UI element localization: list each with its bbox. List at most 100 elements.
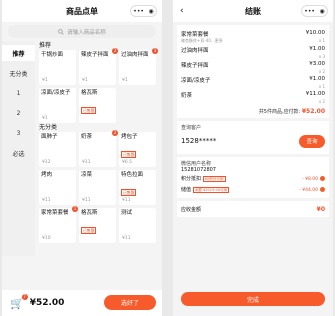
product-price: ¥11 [42, 198, 51, 203]
more-icon[interactable]: ••• [304, 8, 315, 15]
balance-row[interactable]: 储值 余额 ¥2019.00可用 - ¥44.00 [181, 184, 325, 195]
order-item-name: 过油肉拌面 [181, 48, 209, 54]
member-query-panel: 查询客户 1528***** 查询 [177, 121, 329, 154]
order-item-sub: x 3 [181, 54, 325, 59]
order-item-name: 家常菜套餐 [181, 32, 209, 38]
close-icon[interactable]: ◉ [319, 8, 324, 15]
product-price: ¥6.5 [122, 160, 133, 165]
product-card[interactable]: 特色拉面 已售罄 ¥11 [119, 170, 156, 205]
balance-checkbox[interactable] [320, 186, 325, 192]
product-name: 测试 [121, 210, 133, 216]
order-item-sub: x 2 [181, 99, 325, 104]
member-label: 查询客户 [181, 125, 202, 131]
balance-label: 储值 [181, 187, 192, 193]
complete-button[interactable]: 完成 [181, 292, 325, 306]
product-card[interactable]: 测试 ¥11 [119, 208, 156, 243]
product-card[interactable]: 辣皮子拌面 ¥1 2 [79, 48, 118, 85]
sidebar-item-recommend[interactable]: 推荐 [2, 45, 35, 61]
sold-out-tag: 已售罄 [121, 189, 137, 196]
member-info-panel: 微信用户名称 15281072807 积分抵扣 80积分可用 - ¥8.00 储… [177, 157, 329, 198]
product-name: 格瓦斯 [81, 210, 98, 216]
order-item-qty: x 1 [318, 84, 325, 89]
product-price: ¥12 [42, 160, 51, 165]
order-item-sub: 雍杏酥炸+双-40...更多 x 1 [181, 38, 325, 44]
miniapp-capsule[interactable]: ••• ◉ [130, 5, 157, 17]
phone-input[interactable]: 1528***** [181, 137, 216, 145]
product-card[interactable]: 格瓦斯 已售罄 [79, 88, 116, 123]
points-checkbox[interactable] [320, 175, 325, 181]
product-price: ¥11 [82, 198, 91, 203]
navbar: ‹ 结账 ••• ◉ [173, 0, 333, 22]
order-item-qty: x 2 [318, 69, 325, 74]
product-card[interactable]: 家常菜套餐 ¥10 1 [39, 206, 78, 243]
search-icon [58, 28, 64, 35]
section-title: 推荐 [39, 42, 52, 49]
product-card[interactable]: 烤包子已售罄 ¥6.5 [119, 132, 156, 167]
product-name: 凉菜 [81, 172, 93, 178]
sidebar-item-uncategorized[interactable]: 无分类 [2, 65, 35, 81]
product-name: 烤包子 [121, 134, 138, 140]
query-button[interactable]: 查询 [299, 134, 325, 148]
product-card[interactable]: 过油肉拌面 ¥1 3 [119, 48, 158, 85]
points-tag: 80积分可用 [202, 176, 226, 182]
product-price: ¥1 [42, 116, 48, 121]
checkout-screen: ‹ 结账 ••• ◉ 家常菜套餐 ¥10.00 雍杏酥炸+双-40...更多 x 1 过… [173, 0, 333, 316]
search-input[interactable]: 请输入商品名称 [8, 25, 156, 38]
summary-total: ¥52.00 [301, 108, 325, 115]
sold-out-tag: 已售罄 [81, 227, 97, 234]
points-label: 积分抵扣 [181, 176, 202, 182]
order-item-price: ¥11.00 [305, 91, 325, 97]
product-price: ¥10 [42, 236, 51, 241]
order-item-price: ¥1.00 [309, 46, 325, 52]
confirm-selection-button[interactable]: 选好了 [104, 295, 156, 310]
sidebar-item-2[interactable]: 2 [2, 105, 35, 121]
amount-due-row: 应收金额 ¥0 [177, 201, 329, 217]
section-title: 无分类 [39, 124, 58, 131]
product-price: ¥1 [82, 78, 88, 83]
cart-bar: 🛒 7 ¥52.00 选好了 [2, 290, 162, 316]
product-name: 干锅炒面 [41, 52, 64, 58]
product-name: 奶茶 [81, 134, 93, 140]
sold-out-tag: 已售罄 [121, 151, 137, 158]
cart-count-badge: 7 [21, 293, 28, 300]
search-placeholder: 请输入商品名称 [67, 29, 106, 36]
product-name: 面肺子 [41, 134, 58, 140]
wechat-name-label: 微信用户名称 [181, 161, 212, 167]
product-name: 家常菜套餐 [41, 210, 69, 216]
order-item-name: 奶茶 [181, 93, 193, 99]
category-sidebar: 推荐 无分类 1 2 3 必选 [2, 41, 35, 256]
product-name: 辣皮子拌面 [81, 52, 109, 58]
product-name: 过油肉拌面 [121, 52, 149, 58]
quantity-badge: 2 [112, 48, 118, 54]
product-list: 推荐 干锅炒面 ¥1 辣皮子拌面 ¥1 2 过油肉拌面 ¥1 3 凉面/凉皮子 ¥1 格瓦斯 已售罄 无分… [37, 41, 160, 243]
product-price: ¥11 [82, 160, 91, 165]
page-title: 商品点单 [66, 6, 98, 16]
summary-label: 共5件商品,应付款: [258, 109, 301, 115]
miniapp-capsule[interactable]: ••• ◉ [301, 5, 328, 17]
order-screen: 商品点单 ••• ◉ 请输入商品名称 推荐 无分类 1 2 3 必选 推荐 干锅炒… [2, 0, 162, 316]
product-card[interactable]: 干锅炒面 ¥1 [39, 50, 76, 85]
sidebar-item-required[interactable]: 必选 [2, 145, 35, 161]
product-card[interactable]: 面肺子 ¥12 [39, 132, 76, 167]
quantity-badge: 3 [152, 48, 158, 54]
sidebar-item-3[interactable]: 3 [2, 125, 35, 141]
product-name: 格瓦斯 [81, 90, 98, 96]
points-deduction: - ¥8.00 [302, 176, 318, 182]
order-item-spec: 雍杏酥炸+双-40...更多 [181, 38, 223, 43]
product-card[interactable]: 凉面/凉皮子 ¥1 [39, 88, 76, 123]
points-row[interactable]: 积分抵扣 80积分可用 - ¥8.00 [181, 173, 325, 184]
more-icon[interactable]: ••• [133, 8, 144, 15]
quantity-badge: 2 [112, 130, 118, 136]
quantity-badge: 1 [72, 206, 78, 212]
product-card[interactable]: 奶茶 ¥11 2 [79, 130, 118, 167]
product-card[interactable]: 格瓦斯 已售罄 [79, 208, 116, 243]
balance-tag: 余额 ¥2019.00可用 [192, 187, 230, 193]
navbar: 商品点单 ••• ◉ [2, 0, 162, 22]
product-card[interactable]: 烤肉 ¥11 [39, 170, 76, 205]
product-card[interactable]: 凉菜 ¥11 [79, 170, 116, 205]
back-icon[interactable]: ‹ [180, 5, 184, 17]
order-item-qty: x 2 [318, 99, 325, 104]
sidebar-item-1[interactable]: 1 [2, 85, 35, 101]
close-icon[interactable]: ◉ [148, 8, 153, 15]
cart-icon[interactable]: 🛒 7 [10, 293, 28, 310]
